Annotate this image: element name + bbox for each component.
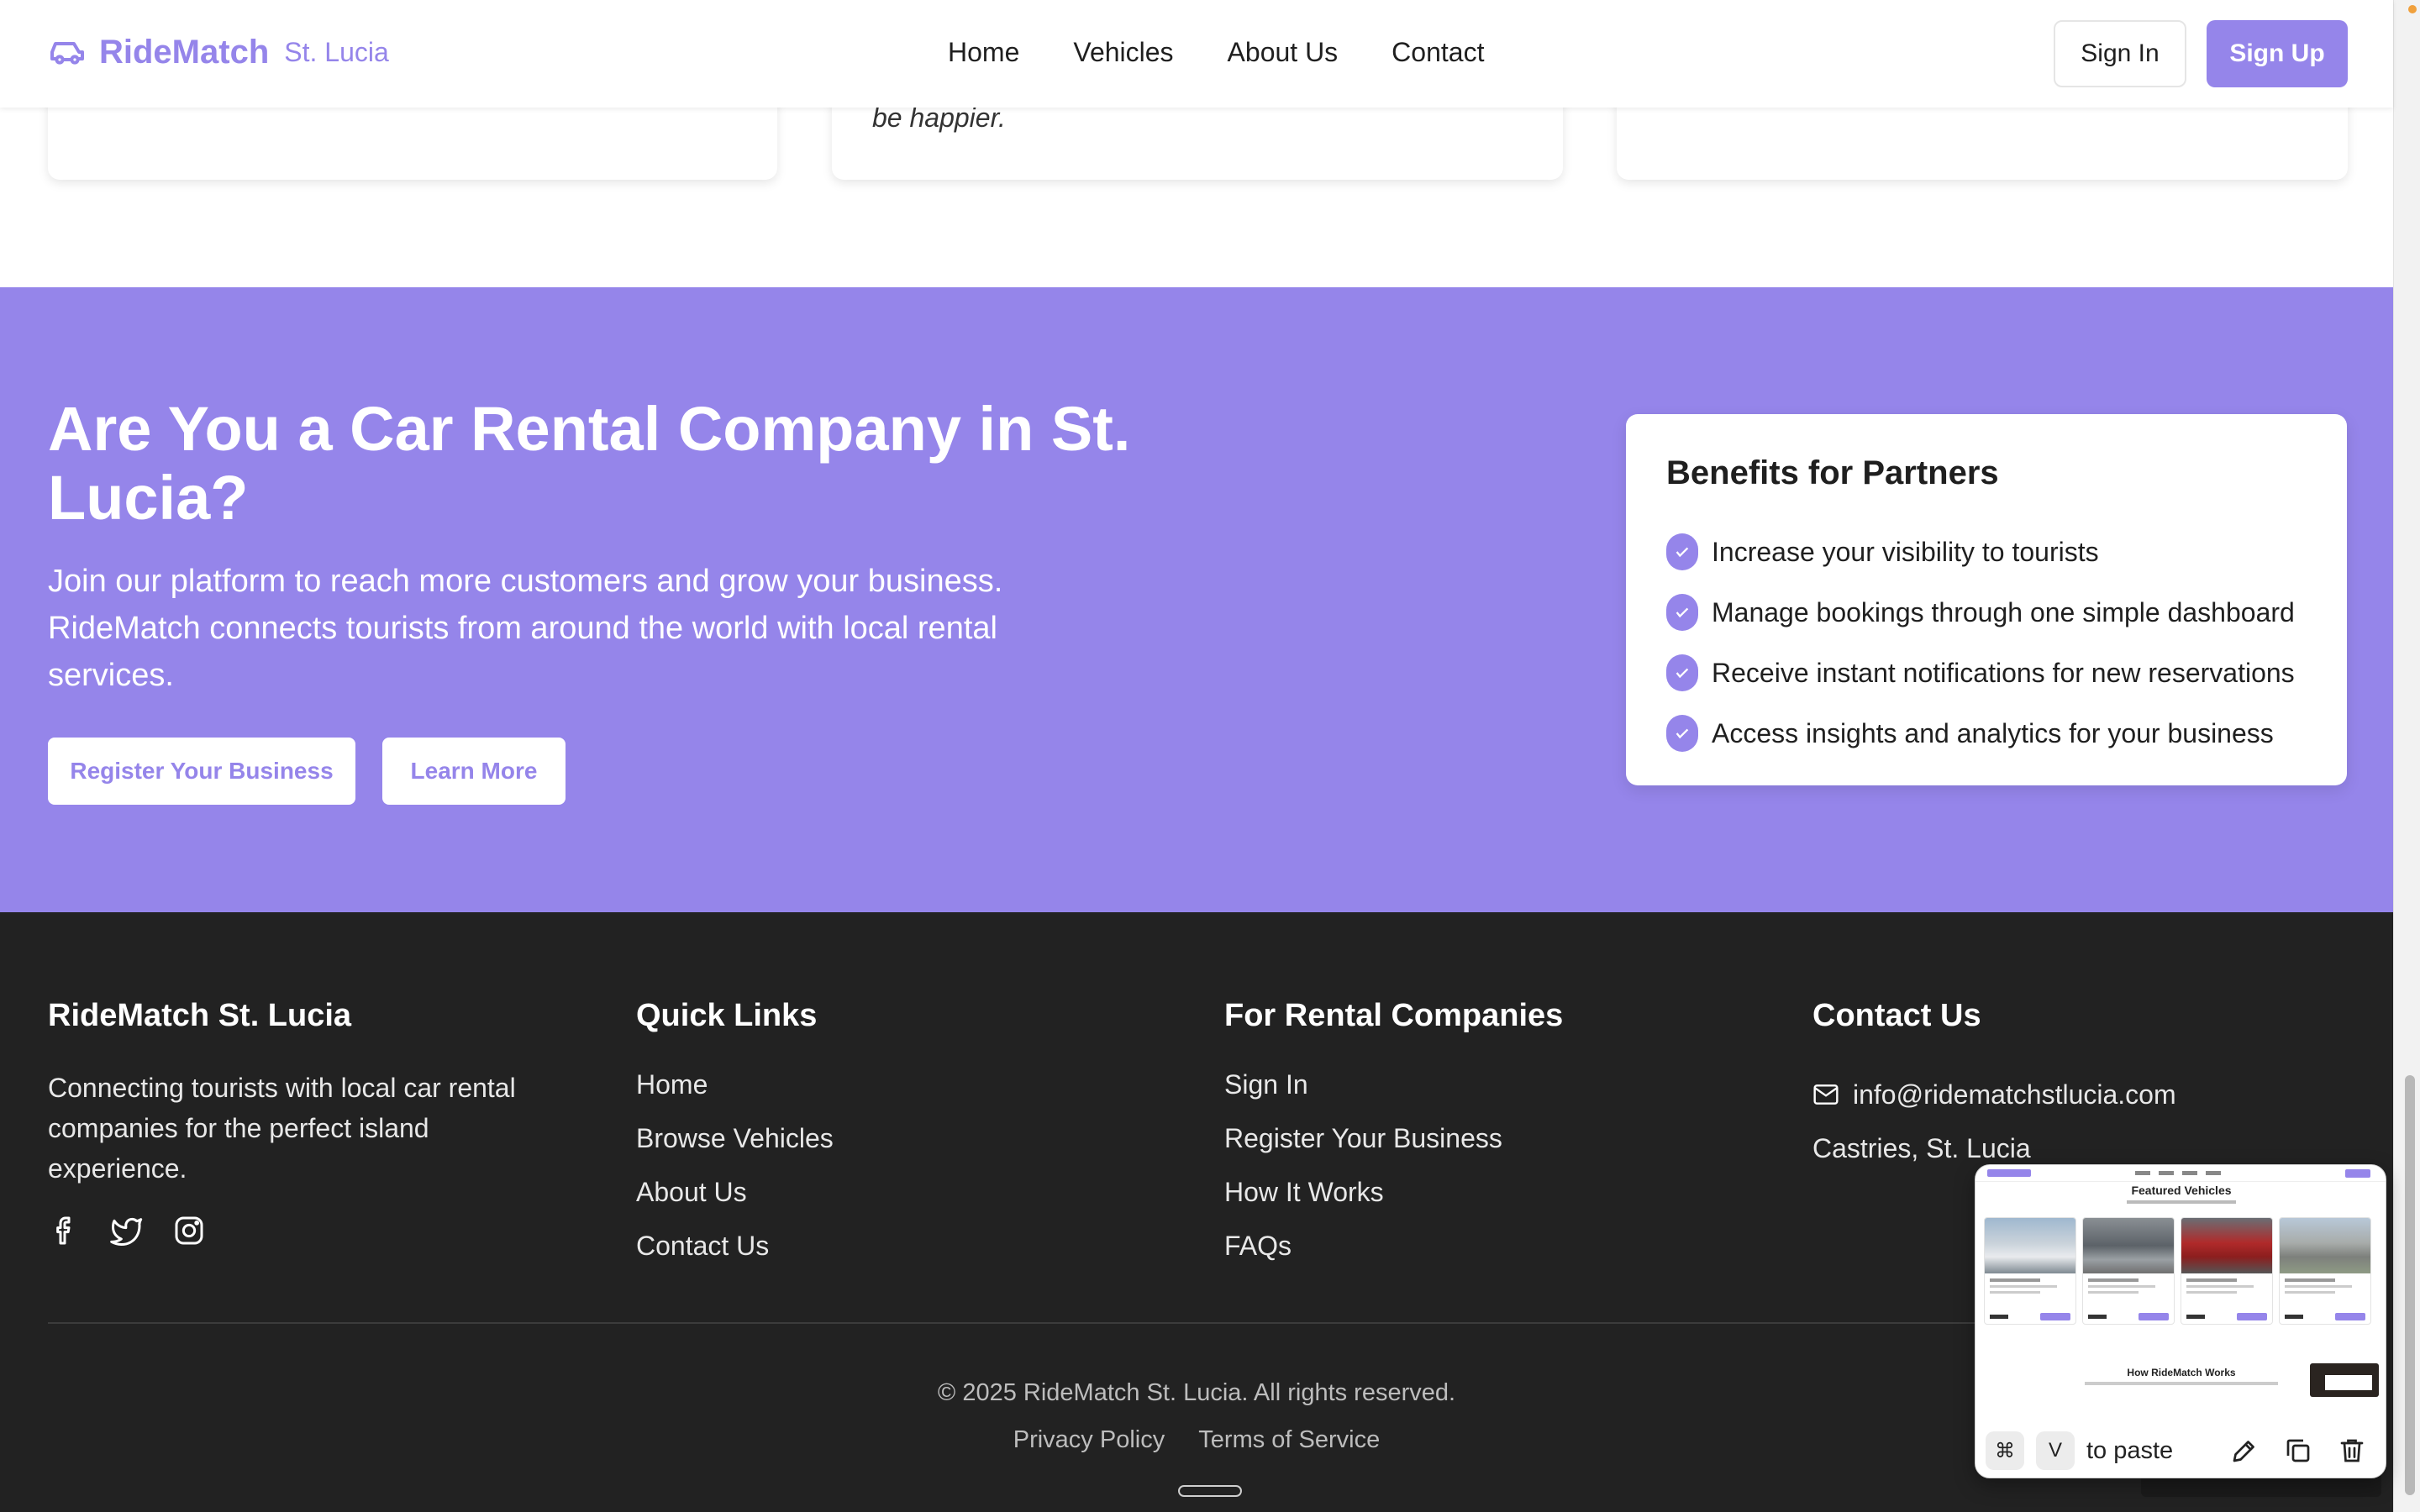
check-icon <box>1666 654 1698 691</box>
footer-link-how-it-works[interactable]: How It Works <box>1224 1175 1563 1229</box>
mail-icon <box>1813 1084 1839 1105</box>
screenshot-thumbnail[interactable]: Featured Vehicles How RideMatch Works ⌘ … <box>1975 1164 2386 1478</box>
footer-link-about-us[interactable]: About Us <box>636 1175 834 1229</box>
contact-title: Contact Us <box>1812 998 1981 1033</box>
footer-rental-column: For Rental Companies Sign In Register Yo… <box>1224 998 1563 1283</box>
benefits-list: Increase your visibility to tourists Man… <box>1666 522 2295 764</box>
thumbnail-section-subtitle <box>2085 1382 2278 1385</box>
car-icon <box>50 42 84 65</box>
cta-title: Are You a Car Rental Company in St. Luci… <box>48 394 1131 533</box>
instagram-icon[interactable] <box>172 1214 206 1247</box>
thumbnail-links <box>2135 1171 2228 1175</box>
footer-link-sign-in[interactable]: Sign In <box>1224 1068 1563 1121</box>
thumbnail-video <box>2310 1363 2379 1397</box>
social-links <box>48 1214 569 1247</box>
benefit-text: Increase your visibility to tourists <box>1712 536 2099 567</box>
brand-name: RideMatch <box>99 33 270 71</box>
thumbnail-vehicle-card <box>2279 1217 2371 1325</box>
learn-more-button[interactable]: Learn More <box>382 738 566 805</box>
benefits-card: Benefits for Partners Increase your visi… <box>1626 414 2347 785</box>
command-key: ⌘ <box>1986 1431 2024 1470</box>
check-icon <box>1666 594 1698 631</box>
thumbnail-vehicle-card <box>2082 1217 2175 1325</box>
brand-logo[interactable]: RideMatch St. Lucia <box>47 32 389 72</box>
nav-about-us[interactable]: About Us <box>1228 37 1339 68</box>
footer-link-contact-us[interactable]: Contact Us <box>636 1229 834 1283</box>
copy-icon[interactable] <box>2283 1436 2313 1466</box>
nav-contact[interactable]: Contact <box>1392 37 1484 68</box>
paste-hint: to paste <box>2086 1436 2174 1464</box>
recording-indicator <box>2408 5 2417 13</box>
footer-link-register-business[interactable]: Register Your Business <box>1224 1121 1563 1175</box>
facebook-icon[interactable] <box>48 1214 82 1247</box>
benefit-text: Manage bookings through one simple dashb… <box>1712 596 2295 627</box>
thumbnail-nav <box>1975 1165 2386 1182</box>
benefits-title: Benefits for Partners <box>1666 454 1999 491</box>
sign-up-button[interactable]: Sign Up <box>2207 20 2348 87</box>
contact-email[interactable]: info@ridematchstlucia.com <box>1812 1068 2176 1121</box>
privacy-policy-link[interactable]: Privacy Policy <box>1013 1426 1165 1453</box>
thumbnail-vehicle-card <box>2181 1217 2273 1325</box>
benefit-text: Access insights and analytics for your b… <box>1712 717 2274 748</box>
footer-link-home[interactable]: Home <box>636 1068 834 1121</box>
scrollbar-thumb[interactable] <box>2405 1075 2415 1495</box>
thumbnail-vehicle-image <box>1985 1218 2075 1273</box>
thumbnail-vehicle-image <box>2181 1218 2272 1273</box>
trash-icon[interactable] <box>2337 1436 2367 1466</box>
nav-home[interactable]: Home <box>948 37 1019 68</box>
rental-companies-title: For Rental Companies <box>1224 998 1564 1033</box>
main-nav: Home Vehicles About Us Contact <box>948 37 1484 68</box>
footer-brand-title: RideMatch St. Lucia <box>48 998 352 1033</box>
contact-email-text: info@ridematchstlucia.com <box>1853 1079 2176 1110</box>
footer-link-browse-vehicles[interactable]: Browse Vehicles <box>636 1121 834 1175</box>
twitter-icon[interactable] <box>110 1214 144 1247</box>
benefit-item: Manage bookings through one simple dashb… <box>1666 582 2295 643</box>
footer-quick-links-column: Quick Links Home Browse Vehicles About U… <box>636 998 834 1283</box>
thumbnail-signup <box>2345 1169 2370 1178</box>
home-indicator <box>1178 1485 1242 1497</box>
nav-vehicles[interactable]: Vehicles <box>1073 37 1173 68</box>
footer-brand-description: Connecting tourists with local car renta… <box>48 1073 516 1184</box>
check-icon <box>1666 533 1698 570</box>
v-key: V <box>2036 1431 2075 1470</box>
footer-link-faqs[interactable]: FAQs <box>1224 1229 1563 1283</box>
cta-description: Join our platform to reach more customer… <box>48 564 1003 693</box>
thumbnail-vehicle-card <box>1984 1217 2076 1325</box>
benefit-item: Access insights and analytics for your b… <box>1666 703 2295 764</box>
terms-of-service-link[interactable]: Terms of Service <box>1198 1426 1380 1453</box>
benefit-item: Increase your visibility to tourists <box>1666 522 2295 582</box>
partner-cta-section: Are You a Car Rental Company in St. Luci… <box>0 287 2393 912</box>
quick-links-title: Quick Links <box>636 998 818 1033</box>
footer-brand-column: RideMatch St. Lucia Connecting tourists … <box>48 998 569 1247</box>
sign-in-button[interactable]: Sign In <box>2054 20 2186 87</box>
benefit-text: Receive instant notifications for new re… <box>1712 657 2295 688</box>
footer-contact-column: Contact Us info@ridematchstlucia.com Cas… <box>1812 998 2176 1175</box>
quick-links-list: Home Browse Vehicles About Us Contact Us <box>636 1068 834 1283</box>
site-header: RideMatch St. Lucia Home Vehicles About … <box>0 0 2393 108</box>
check-icon <box>1666 715 1698 752</box>
thumbnail-subtitle <box>2127 1200 2236 1204</box>
thumbnail-vehicle-image <box>2083 1218 2174 1273</box>
rental-links-list: Sign In Register Your Business How It Wo… <box>1224 1068 1563 1283</box>
benefit-item: Receive instant notifications for new re… <box>1666 643 2295 703</box>
register-business-button[interactable]: Register Your Business <box>48 738 355 805</box>
thumbnail-toolbar: ⌘ V to paste <box>1975 1422 2386 1478</box>
markup-pen-icon[interactable] <box>2229 1436 2260 1466</box>
thumbnail-vehicle-image <box>2280 1218 2370 1273</box>
thumbnail-title: Featured Vehicles <box>2131 1184 2232 1197</box>
brand-subtitle: St. Lucia <box>284 36 389 67</box>
thumbnail-logo <box>1987 1169 2031 1177</box>
